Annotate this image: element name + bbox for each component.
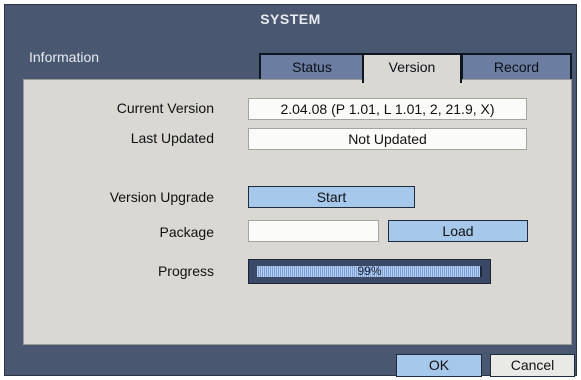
progress-percent: 99% bbox=[357, 264, 382, 278]
current-version-label: Current Version bbox=[116, 100, 214, 116]
version-upgrade-label: Version Upgrade bbox=[109, 189, 214, 205]
progress-track: 99% bbox=[257, 264, 482, 278]
system-dialog: SYSTEM Information Status Version Record… bbox=[4, 4, 577, 377]
tab-version[interactable]: Version bbox=[362, 53, 462, 83]
start-upgrade-button[interactable]: Start bbox=[248, 186, 415, 208]
progress-bar: 99% bbox=[248, 259, 491, 284]
package-field[interactable] bbox=[248, 220, 379, 242]
window-title: SYSTEM bbox=[260, 11, 321, 27]
ok-button[interactable]: OK bbox=[396, 354, 482, 377]
progress-label: Progress bbox=[157, 263, 214, 279]
package-label: Package bbox=[159, 224, 214, 240]
last-updated-label: Last Updated bbox=[130, 130, 214, 146]
current-version-value: 2.04.08 (P 1.01, L 1.01, 2, 21.9, X) bbox=[248, 98, 527, 120]
load-package-button[interactable]: Load bbox=[388, 220, 528, 242]
last-updated-value: Not Updated bbox=[248, 128, 527, 150]
cancel-button[interactable]: Cancel bbox=[490, 354, 575, 377]
tab-record[interactable]: Record bbox=[461, 53, 572, 80]
version-panel: Current Version 2.04.08 (P 1.01, L 1.01,… bbox=[23, 79, 572, 345]
tab-status[interactable]: Status bbox=[259, 53, 365, 80]
section-label: Information bbox=[29, 49, 100, 65]
